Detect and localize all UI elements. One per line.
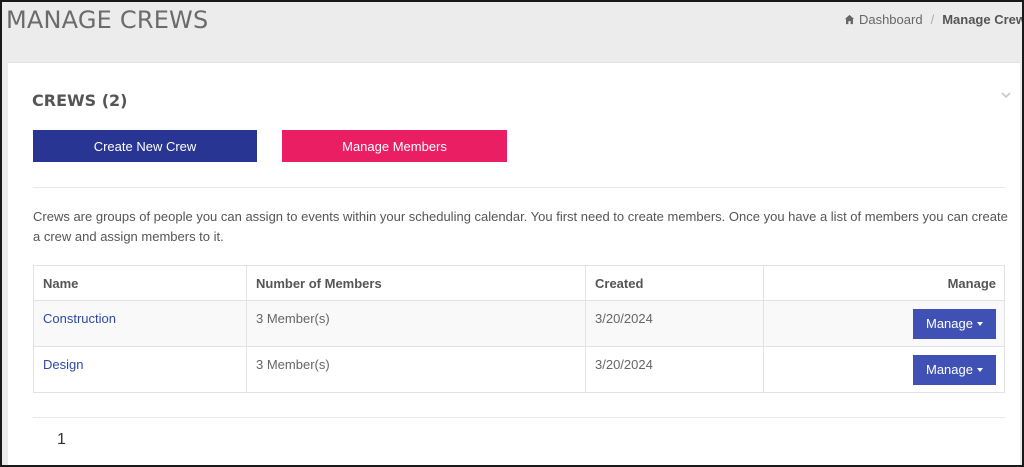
crew-created-cell: 3/20/2024: [585, 346, 764, 393]
manage-dropdown-button[interactable]: Manage: [913, 308, 996, 339]
crew-manage-cell: Manage: [763, 300, 1005, 347]
column-header-members[interactable]: Number of Members: [246, 265, 586, 301]
crew-members-cell: 3 Member(s): [246, 346, 586, 393]
table-row: Design 3 Member(s) 3/20/2024 Manage: [33, 346, 1005, 393]
divider: [33, 417, 1005, 418]
column-header-created[interactable]: Created: [585, 265, 764, 301]
page-header: MANAGE CREWS Dashboard / Manage Crew: [2, 2, 1022, 60]
crew-name-cell: Construction: [33, 300, 247, 347]
manage-dropdown-button[interactable]: Manage: [913, 354, 996, 385]
crews-description: Crews are groups of people you can assig…: [33, 209, 1008, 244]
crew-members-value: 3 Member(s): [256, 357, 330, 372]
crews-card: CREWS (2) Create New Crew Manage Members…: [8, 62, 1020, 465]
home-icon: [844, 14, 855, 25]
crew-members-cell: 3 Member(s): [246, 300, 586, 347]
crew-members-value: 3 Member(s): [256, 311, 330, 326]
create-new-crew-button[interactable]: Create New Crew: [33, 130, 257, 162]
page-title: MANAGE CREWS: [6, 6, 209, 34]
breadcrumb: Dashboard / Manage Crew: [844, 12, 1024, 27]
crew-created-cell: 3/20/2024: [585, 300, 764, 347]
app-frame: MANAGE CREWS Dashboard / Manage Crew CRE…: [0, 0, 1024, 467]
caret-down-icon: [976, 321, 983, 326]
crew-created-value: 3/20/2024: [595, 311, 653, 326]
table-row: Construction 3 Member(s) 3/20/2024 Manag…: [33, 300, 1005, 347]
breadcrumb-dashboard-link[interactable]: Dashboard: [859, 12, 923, 27]
column-header-name[interactable]: Name: [33, 265, 247, 301]
crew-created-value: 3/20/2024: [595, 357, 653, 372]
column-header-manage: Manage: [763, 265, 1005, 301]
manage-button-label: Manage: [926, 362, 973, 377]
table-header-row: Name Number of Members Created Manage: [33, 265, 1005, 301]
manage-members-button[interactable]: Manage Members: [282, 130, 507, 162]
breadcrumb-separator: /: [930, 12, 935, 27]
caret-down-icon: [976, 367, 983, 372]
breadcrumb-current: Manage Crew: [942, 12, 1024, 27]
chevron-down-icon[interactable]: [1000, 89, 1012, 101]
manage-button-label: Manage: [926, 316, 973, 331]
pagination-page-1[interactable]: 1: [57, 431, 66, 449]
crew-name-cell: Design: [33, 346, 247, 393]
crews-table: Name Number of Members Created Manage Co…: [33, 265, 1005, 393]
crew-manage-cell: Manage: [763, 346, 1005, 393]
card-title: CREWS (2): [32, 91, 128, 110]
crew-link-construction[interactable]: Construction: [43, 311, 237, 326]
crew-link-design[interactable]: Design: [43, 357, 237, 372]
divider: [33, 187, 1005, 188]
